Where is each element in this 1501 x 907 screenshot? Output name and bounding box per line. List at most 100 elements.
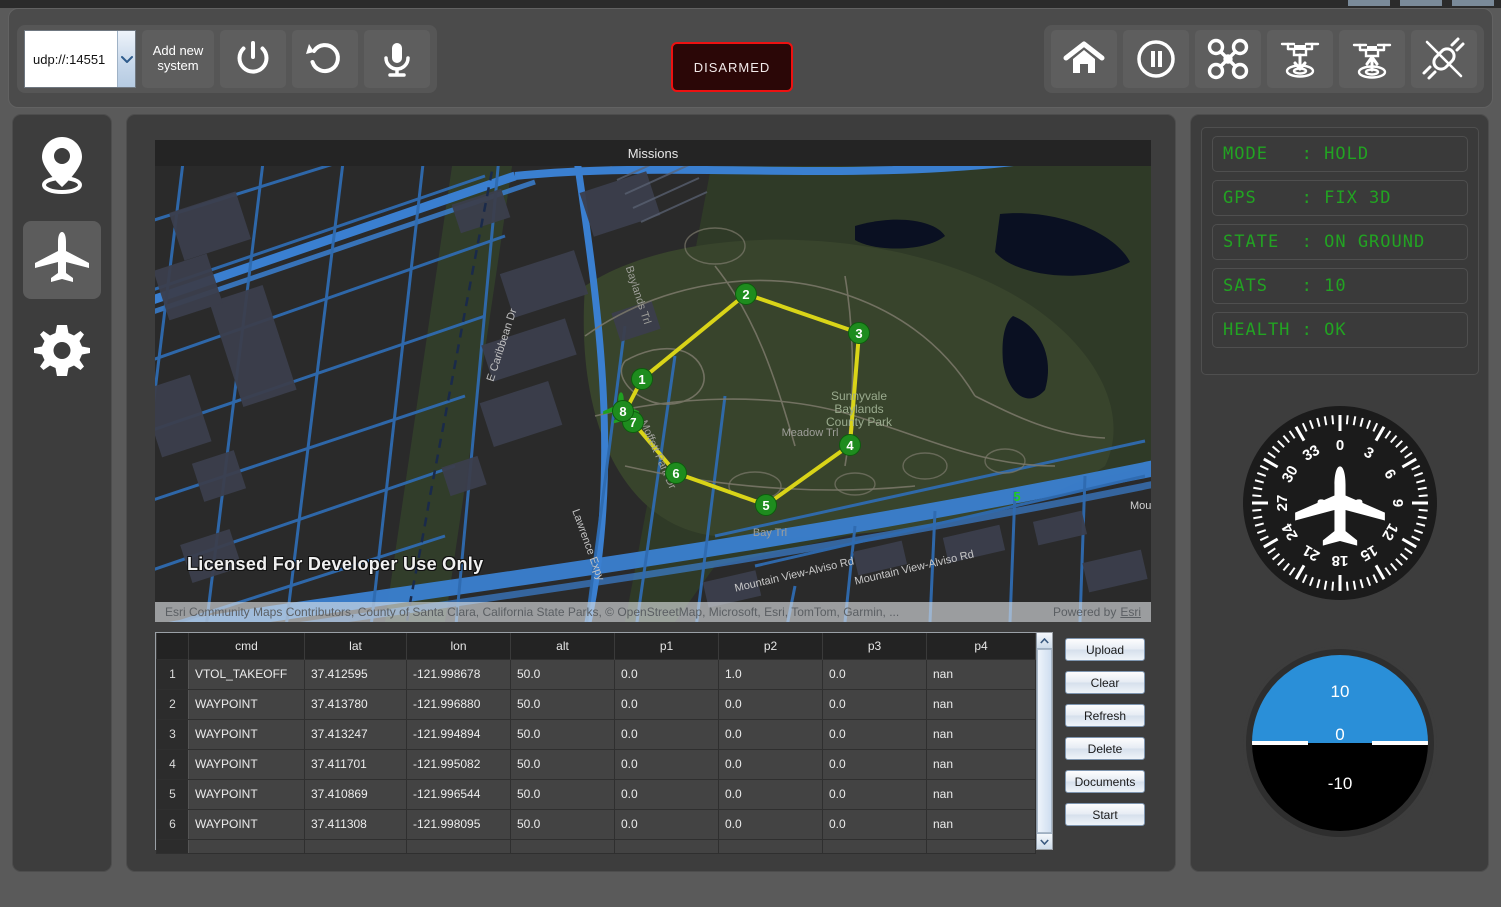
table-header-alt[interactable]: alt <box>510 633 615 659</box>
map-powered-by-brand[interactable]: Esri <box>1120 605 1141 619</box>
cell-p2[interactable]: 0.0 <box>718 718 823 750</box>
cell-alt[interactable]: 50.0 <box>510 718 615 750</box>
waypoint-marker-8[interactable]: 8 <box>612 400 634 422</box>
add-new-system-button[interactable]: Add new system <box>142 30 214 88</box>
table-header-p4[interactable]: p4 <box>926 633 1036 659</box>
cell-p3[interactable]: 0.0 <box>822 718 927 750</box>
disconnect-button[interactable] <box>1411 30 1477 88</box>
takeoff-button[interactable] <box>1339 30 1405 88</box>
table-header-cmd[interactable]: cmd <box>188 633 305 659</box>
cell-lon[interactable]: -121.998095 <box>406 808 511 840</box>
cell-p1[interactable]: 0.0 <box>614 778 719 810</box>
cell-alt[interactable]: 50.0 <box>510 778 615 810</box>
cell-lon[interactable] <box>406 838 511 854</box>
land-button[interactable] <box>1267 30 1333 88</box>
waypoint-marker-3[interactable]: 3 <box>848 322 870 344</box>
cell-p1[interactable]: 0.0 <box>614 658 719 690</box>
cell-cmd[interactable]: WAYPOINT <box>188 688 305 720</box>
cell-p3[interactable]: 0.0 <box>822 808 927 840</box>
cell-alt[interactable]: 50.0 <box>510 808 615 840</box>
cell-alt[interactable] <box>510 838 615 854</box>
return-home-button[interactable] <box>1051 30 1117 88</box>
cell-p3[interactable]: 0.0 <box>822 658 927 690</box>
cell-p4[interactable]: nan <box>926 778 1036 810</box>
cell-cmd[interactable]: WAYPOINT <box>188 778 305 810</box>
cell-cmd[interactable]: WAYPOINT <box>188 808 305 840</box>
cell-p3[interactable]: 0.0 <box>822 688 927 720</box>
pause-button[interactable] <box>1123 30 1189 88</box>
cell-p1[interactable] <box>614 838 719 854</box>
cell-p2[interactable]: 0.0 <box>718 808 823 840</box>
cell-cmd[interactable]: VTOL_TAKEOFF <box>188 658 305 690</box>
cell-p3[interactable] <box>822 838 927 854</box>
table-row[interactable]: 3 WAYPOINT 37.413247 -121.994894 50.0 0.… <box>156 718 1036 750</box>
connection-select[interactable]: udp://:14551 <box>24 30 136 88</box>
cell-lat[interactable]: 37.411701 <box>304 748 407 780</box>
delete-button[interactable]: Delete <box>1065 737 1145 760</box>
table-row[interactable]: 4 WAYPOINT 37.411701 -121.995082 50.0 0.… <box>156 748 1036 780</box>
arm-status-badge[interactable]: DISARMED <box>671 42 793 92</box>
table-header-lat[interactable]: lat <box>304 633 407 659</box>
documents-button[interactable]: Documents <box>1065 770 1145 793</box>
waypoint-marker-1[interactable]: 1 <box>631 368 653 390</box>
cell-p3[interactable]: 0.0 <box>822 778 927 810</box>
cell-p4[interactable]: nan <box>926 688 1036 720</box>
cell-alt[interactable]: 50.0 <box>510 688 615 720</box>
sidebar-item-vehicle[interactable] <box>23 221 101 299</box>
sidebar-item-settings[interactable] <box>23 313 101 391</box>
clear-button[interactable]: Clear <box>1065 671 1145 694</box>
table-row[interactable]: 6 WAYPOINT 37.411308 -121.998095 50.0 0.… <box>156 808 1036 840</box>
cell-p1[interactable]: 0.0 <box>614 688 719 720</box>
table-header-p3[interactable]: p3 <box>822 633 927 659</box>
upload-button[interactable]: Upload <box>1065 638 1145 661</box>
table-header-p2[interactable]: p2 <box>718 633 823 659</box>
cell-p2[interactable]: 0.0 <box>718 688 823 720</box>
cell-p4[interactable]: nan <box>926 808 1036 840</box>
microphone-button[interactable] <box>364 30 430 88</box>
cell-p4[interactable]: nan <box>926 748 1036 780</box>
cell-cmd[interactable]: WAYPOINT <box>188 748 305 780</box>
cell-lon[interactable]: -121.996544 <box>406 778 511 810</box>
scroll-up-button[interactable] <box>1037 633 1052 649</box>
cell-lon[interactable]: -121.995082 <box>406 748 511 780</box>
cell-p3[interactable]: 0.0 <box>822 748 927 780</box>
waypoint-marker-5[interactable]: 5 <box>755 494 777 516</box>
cell-lon[interactable]: -121.996880 <box>406 688 511 720</box>
table-row-partial[interactable] <box>156 838 1036 854</box>
cell-lat[interactable]: 37.413247 <box>304 718 407 750</box>
refresh-button[interactable]: Refresh <box>1065 704 1145 727</box>
cell-p2[interactable] <box>718 838 823 854</box>
cell-lat[interactable] <box>304 838 407 854</box>
cell-cmd[interactable]: WAYPOINT <box>188 718 305 750</box>
cell-lat[interactable]: 37.411308 <box>304 808 407 840</box>
scrollbar-thumb[interactable] <box>1037 649 1052 833</box>
cell-p2[interactable]: 1.0 <box>718 658 823 690</box>
sidebar-item-location[interactable] <box>23 129 101 207</box>
chevron-down-icon[interactable] <box>117 31 135 87</box>
cell-lat[interactable]: 37.410869 <box>304 778 407 810</box>
table-row[interactable]: 2 WAYPOINT 37.413780 -121.996880 50.0 0.… <box>156 688 1036 720</box>
map-view[interactable]: Sunnyvale Baylands County Park Baylands … <box>155 166 1151 622</box>
cell-p4[interactable]: nan <box>926 658 1036 690</box>
table-row[interactable]: 5 WAYPOINT 37.410869 -121.996544 50.0 0.… <box>156 778 1036 810</box>
offboard-button[interactable] <box>1195 30 1261 88</box>
table-header-lon[interactable]: lon <box>406 633 511 659</box>
cell-p1[interactable]: 0.0 <box>614 808 719 840</box>
cell-p1[interactable]: 0.0 <box>614 748 719 780</box>
table-header-p1[interactable]: p1 <box>614 633 719 659</box>
cell-alt[interactable]: 50.0 <box>510 748 615 780</box>
cell-lat[interactable]: 37.412595 <box>304 658 407 690</box>
window-maximize-strip[interactable] <box>1400 0 1442 6</box>
cell-lon[interactable]: -121.998678 <box>406 658 511 690</box>
reboot-button[interactable] <box>292 30 358 88</box>
cell-p4[interactable]: nan <box>926 718 1036 750</box>
start-button[interactable]: Start <box>1065 803 1145 826</box>
cell-p4[interactable] <box>926 838 1036 854</box>
window-close-strip[interactable] <box>1452 0 1494 6</box>
cell-alt[interactable]: 50.0 <box>510 658 615 690</box>
cell-p1[interactable]: 0.0 <box>614 718 719 750</box>
power-button[interactable] <box>220 30 286 88</box>
table-row[interactable]: 1 VTOL_TAKEOFF 37.412595 -121.998678 50.… <box>156 658 1036 690</box>
cell-lat[interactable]: 37.413780 <box>304 688 407 720</box>
table-vertical-scrollbar[interactable] <box>1036 633 1052 849</box>
